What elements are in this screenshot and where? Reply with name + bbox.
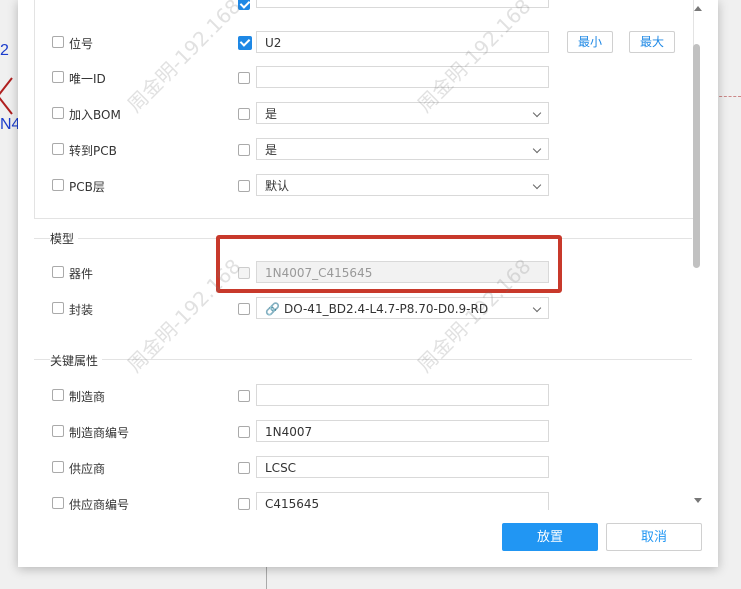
model-section-title: 模型: [50, 230, 79, 247]
footprint-label: 封装: [69, 303, 94, 317]
min-button[interactable]: 最小: [567, 31, 613, 53]
pcb-layer-visible-checkbox[interactable]: [238, 180, 250, 192]
to-pcb-select[interactable]: 是: [256, 138, 549, 160]
manufacturer-checkbox[interactable]: [52, 389, 64, 401]
link-icon: 🔗: [265, 302, 280, 316]
row-unique-id: 唯一ID: [18, 66, 706, 90]
vertical-scrollbar[interactable]: [691, 0, 703, 510]
row-footprint: 封装 🔗 DO-41_BD2.4-L4.7-P8.70-D0.9-RD: [18, 297, 706, 321]
designator-checkbox[interactable]: [52, 36, 64, 48]
add-bom-visible-checkbox[interactable]: [238, 108, 250, 120]
supplier-pn-input[interactable]: C415645: [256, 492, 549, 510]
add-bom-label: 加入BOM: [69, 108, 121, 122]
supplier-checkbox[interactable]: [52, 461, 64, 473]
row-pcb-layer: PCB层 默认: [18, 174, 706, 198]
add-bom-select[interactable]: 是: [256, 102, 549, 124]
place-button[interactable]: 放置: [502, 523, 598, 551]
scroll-down-icon[interactable]: [694, 498, 702, 503]
designator-visible-checkbox[interactable]: [238, 36, 252, 50]
properties-panel: 位号 U2 最小 最大 唯一ID 加入BOM 是 转到PCB 是 PCB层 默认…: [18, 0, 706, 510]
row-supplier-pn: 供应商编号 C415645: [18, 492, 706, 510]
row-supplier: 供应商 LCSC: [18, 456, 706, 480]
manufacturer-label: 制造商: [69, 390, 106, 404]
manufacturer-pn-label: 制造商编号: [69, 426, 130, 440]
device-label: 器件: [69, 267, 94, 281]
cancel-button[interactable]: 取消: [606, 523, 702, 551]
designator-input[interactable]: U2: [256, 31, 549, 53]
row-to-pcb: 转到PCB 是: [18, 138, 706, 162]
manufacturer-pn-visible-checkbox[interactable]: [238, 426, 250, 438]
highlight-annotation-box: [216, 235, 562, 293]
diode-symbol-icon: [0, 77, 13, 115]
manufacturer-input[interactable]: [256, 384, 549, 406]
supplier-pn-visible-checkbox[interactable]: [238, 498, 250, 510]
pcb-layer-checkbox[interactable]: [52, 179, 64, 191]
row-add-bom: 加入BOM 是: [18, 102, 706, 126]
add-bom-checkbox[interactable]: [52, 107, 64, 119]
properties-dialog: 位号 U2 最小 最大 唯一ID 加入BOM 是 转到PCB 是 PCB层 默认…: [18, 0, 718, 567]
supplier-label: 供应商: [69, 462, 106, 476]
row-manufacturer: 制造商: [18, 384, 706, 408]
footprint-value: DO-41_BD2.4-L4.7-P8.70-D0.9-RD: [283, 302, 489, 316]
to-pcb-visible-checkbox[interactable]: [238, 144, 250, 156]
supplier-visible-checkbox[interactable]: [238, 462, 250, 474]
row-manufacturer-pn: 制造商编号 1N4007: [18, 420, 706, 444]
pcb-layer-select[interactable]: 默认: [256, 174, 549, 196]
manufacturer-pn-checkbox[interactable]: [52, 425, 64, 437]
supplier-pn-label: 供应商编号: [69, 498, 130, 510]
device-checkbox[interactable]: [52, 266, 64, 278]
key-attrs-section-title: 关键属性: [50, 352, 103, 369]
designator-label: 位号: [69, 37, 94, 51]
canvas-gridline: [266, 567, 267, 589]
to-pcb-checkbox[interactable]: [52, 143, 64, 155]
supplier-pn-checkbox[interactable]: [52, 497, 64, 509]
scroll-up-icon[interactable]: [694, 6, 702, 11]
manufacturer-visible-checkbox[interactable]: [238, 390, 250, 402]
supplier-input[interactable]: LCSC: [256, 456, 549, 478]
footprint-visible-checkbox[interactable]: [238, 303, 250, 315]
key-attrs-section-divider: [34, 359, 692, 360]
manufacturer-pn-input[interactable]: 1N4007: [256, 420, 549, 442]
unique-id-visible-checkbox[interactable]: [238, 72, 250, 84]
unique-id-input[interactable]: [256, 66, 549, 88]
row-designator: 位号 U2 最小 最大: [18, 31, 706, 55]
max-button[interactable]: 最大: [629, 31, 675, 53]
pcb-layer-label: PCB层: [69, 180, 105, 194]
footprint-checkbox[interactable]: [52, 302, 64, 314]
footprint-select[interactable]: 🔗 DO-41_BD2.4-L4.7-P8.70-D0.9-RD: [256, 297, 549, 319]
canvas-label-top: 2: [0, 42, 9, 59]
to-pcb-label: 转到PCB: [69, 144, 117, 158]
unique-id-label: 唯一ID: [69, 72, 106, 86]
scrollbar-thumb[interactable]: [693, 44, 700, 268]
unique-id-checkbox[interactable]: [52, 71, 64, 83]
